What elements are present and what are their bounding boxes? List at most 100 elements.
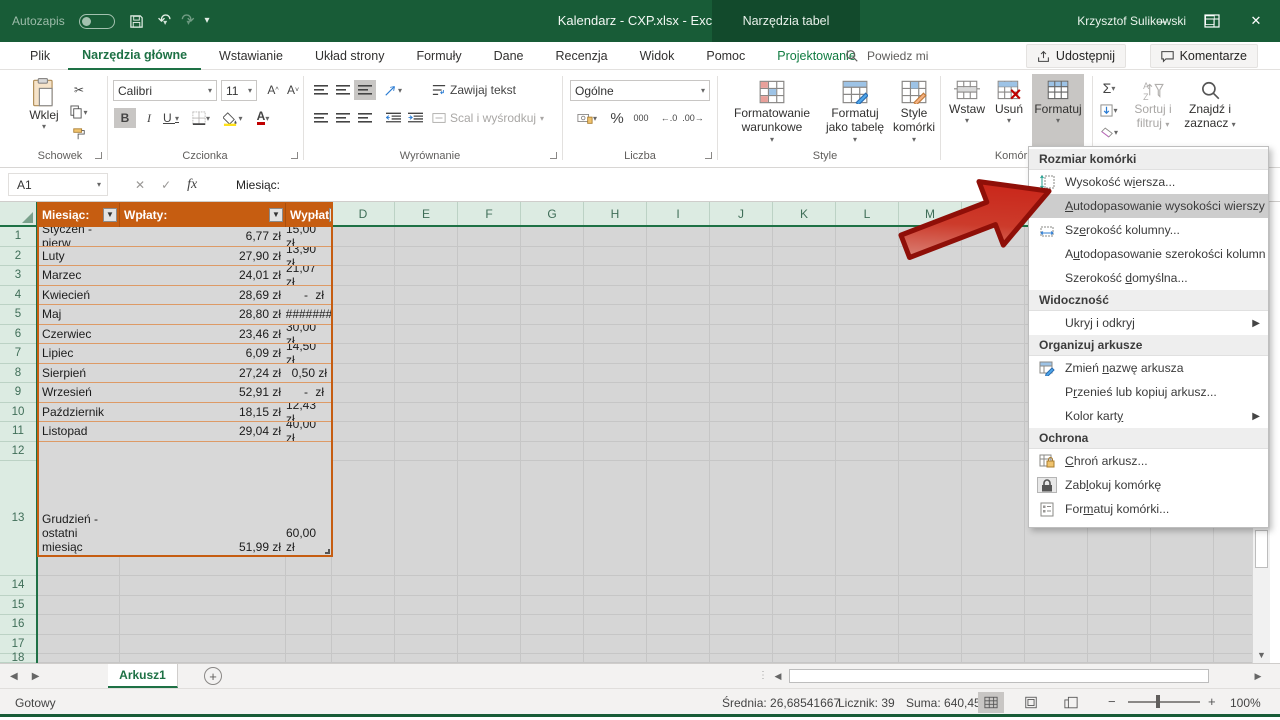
grid-cell[interactable] — [773, 442, 836, 462]
merge-center-button[interactable]: Scal i wyśrodkuj ▾ — [432, 108, 560, 128]
grid-cell[interactable] — [1214, 596, 1252, 616]
table-cell[interactable]: 14,50 zł — [286, 344, 332, 364]
grid-cell[interactable] — [395, 403, 458, 423]
format-painter-icon[interactable] — [68, 124, 90, 144]
normal-view-icon[interactable] — [978, 692, 1004, 713]
decrease-decimal-icon[interactable]: .00→ — [682, 108, 704, 128]
table-cell[interactable]: ####### — [286, 305, 332, 325]
menu-item-formatuj-komórki-[interactable]: Formatuj komórki... — [1029, 497, 1268, 521]
grid-cell[interactable] — [584, 305, 647, 325]
save-icon[interactable] — [129, 14, 144, 29]
grid-cell[interactable] — [120, 635, 286, 655]
grid-cell[interactable] — [962, 383, 1025, 403]
row-header-7[interactable]: 7 — [0, 344, 36, 364]
underline-button[interactable]: U ▾ — [160, 108, 182, 128]
grid-cell[interactable] — [836, 325, 899, 345]
zoom-slider-thumb[interactable] — [1156, 695, 1160, 708]
grid-cell[interactable] — [458, 422, 521, 442]
grid-cell[interactable] — [836, 247, 899, 267]
grid-cell[interactable] — [899, 266, 962, 286]
grid-cell[interactable] — [521, 403, 584, 423]
grid-cell[interactable] — [899, 422, 962, 442]
table-cell[interactable]: Październik — [38, 403, 120, 423]
menu-item-zmień-nazwę-arkusza[interactable]: Zmień nazwę arkusza — [1029, 356, 1268, 380]
grid-cell[interactable] — [647, 364, 710, 384]
orientation-icon[interactable]: ▾ — [382, 80, 404, 100]
grid-cell[interactable] — [1088, 576, 1151, 596]
grid-cell[interactable] — [286, 576, 332, 596]
filter-icon[interactable]: ▼ — [269, 208, 283, 222]
tab-wstawianie[interactable]: Wstawianie — [205, 42, 297, 70]
grid-cell[interactable] — [584, 344, 647, 364]
grid-cell[interactable] — [773, 227, 836, 247]
menu-item-autodopasowanie-wysokości-wierszy[interactable]: Autodopasowanie wysokości wierszy — [1029, 194, 1268, 218]
accounting-format-icon[interactable]: ▾ — [572, 108, 602, 128]
grid-cell[interactable] — [710, 615, 773, 635]
grid-cell[interactable] — [395, 422, 458, 442]
row-header-15[interactable]: 15 — [0, 596, 36, 616]
table-cell[interactable]: Lipiec — [38, 344, 120, 364]
grid-cell[interactable] — [962, 596, 1025, 616]
grid-cell[interactable] — [647, 576, 710, 596]
grid-cell[interactable] — [773, 286, 836, 306]
grid-cell[interactable] — [584, 247, 647, 267]
grid-cell[interactable] — [521, 325, 584, 345]
grid-cell[interactable] — [647, 596, 710, 616]
grid-cell[interactable] — [458, 286, 521, 306]
menu-item-szerokość-domyślna-[interactable]: Szerokość domyślna... — [1029, 266, 1268, 290]
grid-cell[interactable] — [899, 576, 962, 596]
grid-cell[interactable] — [899, 247, 962, 267]
row-header-16[interactable]: 16 — [0, 615, 36, 635]
clipboard-dialog-launcher[interactable] — [95, 152, 102, 159]
grid-cell[interactable] — [286, 635, 332, 655]
format-as-table-button[interactable]: Formatuj jako tabelę ▾ — [822, 80, 888, 144]
table-cell[interactable]: -zł — [286, 383, 332, 403]
grid-cell[interactable] — [584, 461, 647, 576]
grid-cell[interactable] — [647, 615, 710, 635]
sheet-tab-arkusz1[interactable]: Arkusz1 — [108, 664, 178, 688]
grid-cell[interactable] — [584, 654, 647, 663]
zoom-out-icon[interactable]: − — [1108, 694, 1116, 709]
table-header-2[interactable]: Wpłaty:▼ — [120, 202, 286, 227]
alignment-dialog-launcher[interactable] — [550, 152, 557, 159]
sheet-nav-right-icon[interactable]: ▶ — [32, 671, 40, 682]
grid-cell[interactable] — [332, 461, 395, 576]
paste-button[interactable]: Wklej ▾ — [22, 78, 66, 131]
grid-cell[interactable] — [458, 247, 521, 267]
comma-style-icon[interactable]: 000 — [630, 108, 652, 128]
grid-cell[interactable] — [899, 364, 962, 384]
grid-cell[interactable] — [332, 344, 395, 364]
grid-cell[interactable] — [521, 635, 584, 655]
grid-cell[interactable] — [120, 596, 286, 616]
grid-cell[interactable] — [286, 654, 332, 663]
grid-cell[interactable] — [773, 403, 836, 423]
table-resize-handle[interactable] — [325, 549, 330, 554]
grid-cell[interactable] — [584, 596, 647, 616]
grid-cell[interactable] — [899, 442, 962, 462]
wrap-text-button[interactable]: Zawijaj tekst — [432, 80, 542, 100]
grid-cell[interactable] — [458, 383, 521, 403]
grid-cell[interactable] — [899, 325, 962, 345]
scrollbar-resize-handle[interactable]: ⋮ — [758, 670, 769, 681]
close-button[interactable]: ✕ — [1238, 0, 1274, 42]
table-cell[interactable]: 28,69 zł — [120, 286, 286, 306]
table-cell[interactable]: 52,91 zł — [120, 383, 286, 403]
grid-cell[interactable] — [899, 461, 962, 576]
number-format-select[interactable]: Ogólne▾ — [570, 80, 710, 101]
grid-cell[interactable] — [521, 344, 584, 364]
table-cell[interactable]: 51,99 zł — [120, 442, 286, 557]
grid-cell[interactable] — [773, 247, 836, 267]
grid-cell[interactable] — [584, 422, 647, 442]
horizontal-scrollbar[interactable]: ◀ ▶ — [770, 667, 1266, 685]
decrease-indent-icon[interactable] — [382, 108, 404, 128]
grid-cell[interactable] — [1088, 654, 1151, 663]
table-cell[interactable]: 27,90 zł — [120, 247, 286, 267]
table-cell[interactable]: 0,50 zł — [286, 364, 332, 384]
grid-cell[interactable] — [647, 247, 710, 267]
new-sheet-icon[interactable]: + — [204, 667, 222, 685]
grid-cell[interactable] — [395, 383, 458, 403]
redo-button[interactable]: ↷▾ — [181, 13, 190, 29]
grid-cell[interactable] — [710, 305, 773, 325]
row-header-1[interactable]: 1 — [0, 227, 36, 247]
table-cell[interactable]: 30,00 zł — [286, 325, 332, 345]
